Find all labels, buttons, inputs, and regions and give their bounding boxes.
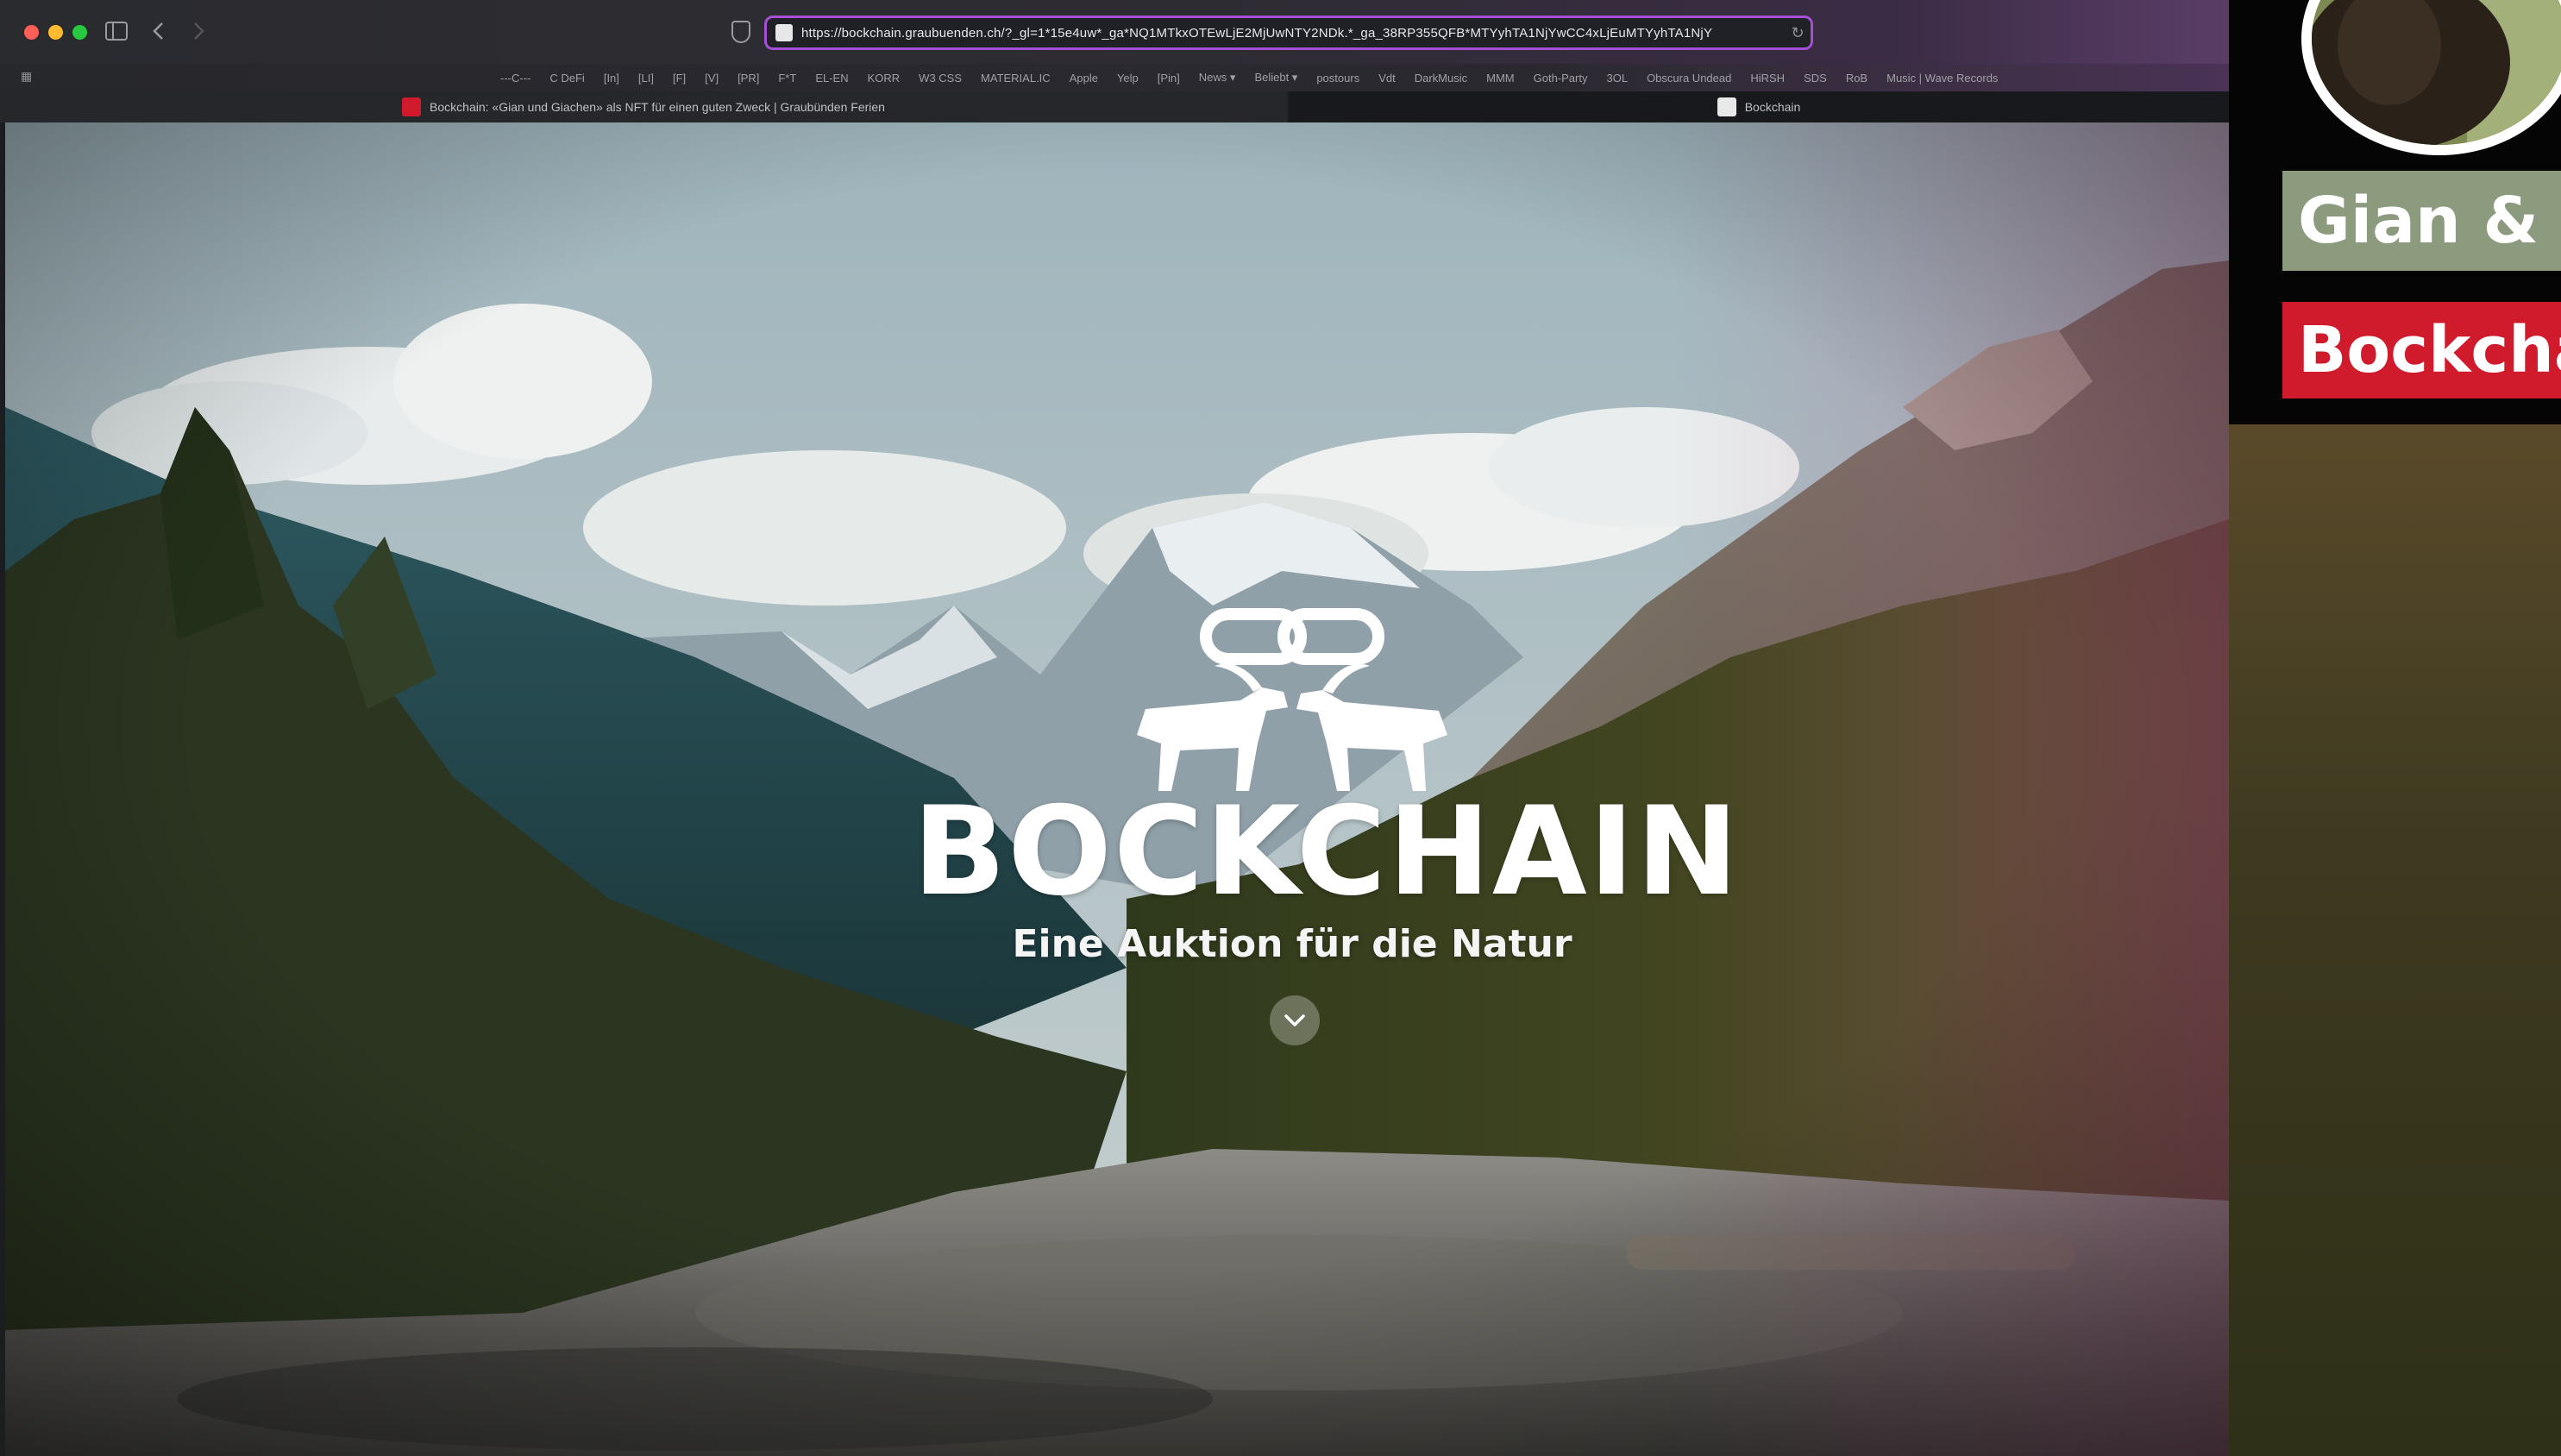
bookmark-item[interactable]: 3OL (1606, 72, 1628, 85)
tab-bockchain[interactable]: Bockchain (1289, 91, 2229, 122)
bookmark-item[interactable]: [LI] (638, 72, 654, 85)
bookmark-item[interactable]: SDS (1804, 72, 1827, 85)
bookmark-item[interactable]: Beliebt ▾ (1254, 71, 1297, 85)
bookmarks-list: ---C--- C DeFi [In] [LI] [F] [V] [PR] F*… (500, 64, 1998, 91)
bookmark-item[interactable]: Goth-Party (1534, 72, 1588, 85)
bookmarks-bar: ▦ ---C--- C DeFi [In] [LI] [F] [V] [PR] … (0, 64, 2229, 91)
bockchain-favicon-icon (1717, 97, 1736, 116)
bookmark-item[interactable]: postours (1316, 72, 1359, 85)
site-favicon-icon (775, 24, 793, 41)
minimize-window-button[interactable] (48, 25, 63, 40)
bookmarks-grid-icon[interactable]: ▦ (21, 69, 32, 84)
tab-bar: Bockchain: «Gian und Giachen» als NFT fü… (0, 91, 2229, 122)
bockchain-logo: BOCKCHAIN Eine Auktion für die Natur (913, 606, 1741, 969)
tab-title: Bockchain (1744, 100, 1801, 114)
bookmark-item[interactable]: EL-EN (815, 72, 848, 85)
reload-icon[interactable]: ↻ (1785, 24, 1811, 42)
bookmark-item[interactable]: F*T (778, 72, 796, 85)
browser-window: https://bockchain.graubuenden.ch/?_gl=1*… (0, 0, 2229, 1456)
bookmark-item[interactable]: Yelp (1117, 72, 1139, 85)
bookmark-item[interactable]: Obscura Undead (1647, 72, 1731, 85)
tab-bockchain-article[interactable]: Bockchain: «Gian und Giachen» als NFT fü… (0, 91, 1287, 122)
graubuenden-favicon-icon (402, 97, 422, 116)
url-text[interactable]: https://bockchain.graubuenden.ch/?_gl=1*… (801, 26, 1785, 41)
bookmark-item[interactable]: [V] (705, 72, 719, 85)
title-bar: https://bockchain.graubuenden.ch/?_gl=1*… (0, 0, 2229, 64)
overlay-subtitle: Bockcha (2282, 302, 2561, 399)
chevron-down-icon (1284, 1014, 1305, 1026)
bookmark-item[interactable]: [In] (604, 72, 619, 85)
address-bar[interactable]: https://bockchain.graubuenden.ch/?_gl=1*… (764, 16, 1813, 50)
close-window-button[interactable] (24, 25, 39, 40)
bookmark-item[interactable]: Music | Wave Records (1886, 72, 1998, 85)
bookmark-item[interactable]: Vdt (1378, 72, 1396, 85)
overlay-title: Gian & G (2282, 171, 2561, 271)
bookmark-item[interactable]: C DeFi (549, 72, 584, 85)
scroll-down-button[interactable] (1270, 995, 1320, 1045)
hero-tagline: Eine Auktion für die Natur (1012, 922, 1572, 966)
stream-overlay-panel: Gian & G Bockcha (2229, 0, 2561, 424)
bookmark-item[interactable]: HiRSH (1750, 72, 1785, 85)
brand-wordmark: BOCKCHAIN (913, 781, 1741, 923)
bookmark-item[interactable]: News ▾ (1199, 71, 1236, 85)
privacy-shield-icon[interactable] (731, 21, 750, 43)
hero-section: BOCKCHAIN Eine Auktion für die Natur (5, 122, 2229, 1456)
maximize-window-button[interactable] (72, 25, 87, 40)
bookmark-item[interactable]: [F] (673, 72, 686, 85)
back-arrow-icon[interactable] (152, 16, 166, 50)
bookmark-item[interactable]: MATERIAL.IC (981, 72, 1051, 85)
ibex-photo-image (2301, 0, 2561, 155)
bookmark-item[interactable]: W3 CSS (919, 72, 962, 85)
bookmark-item[interactable]: [Pin] (1158, 72, 1180, 85)
bookmark-item[interactable]: RoB (1846, 72, 1867, 85)
sidebar-toggle-icon[interactable] (105, 16, 128, 50)
bookmark-item[interactable]: KORR (868, 72, 901, 85)
ibex-chain-icon (1137, 608, 1447, 791)
tab-title: Bockchain: «Gian und Giachen» als NFT fü… (430, 100, 885, 114)
bookmark-item[interactable]: ---C--- (500, 72, 530, 85)
bookmark-item[interactable]: DarkMusic (1415, 72, 1467, 85)
bookmark-item[interactable]: [PR] (738, 72, 759, 85)
bookmark-item[interactable]: Apple (1070, 72, 1098, 85)
side-image-strip (2229, 424, 2561, 1456)
bookmark-item[interactable]: MMM (1486, 72, 1515, 85)
forward-arrow-icon[interactable] (191, 16, 205, 50)
